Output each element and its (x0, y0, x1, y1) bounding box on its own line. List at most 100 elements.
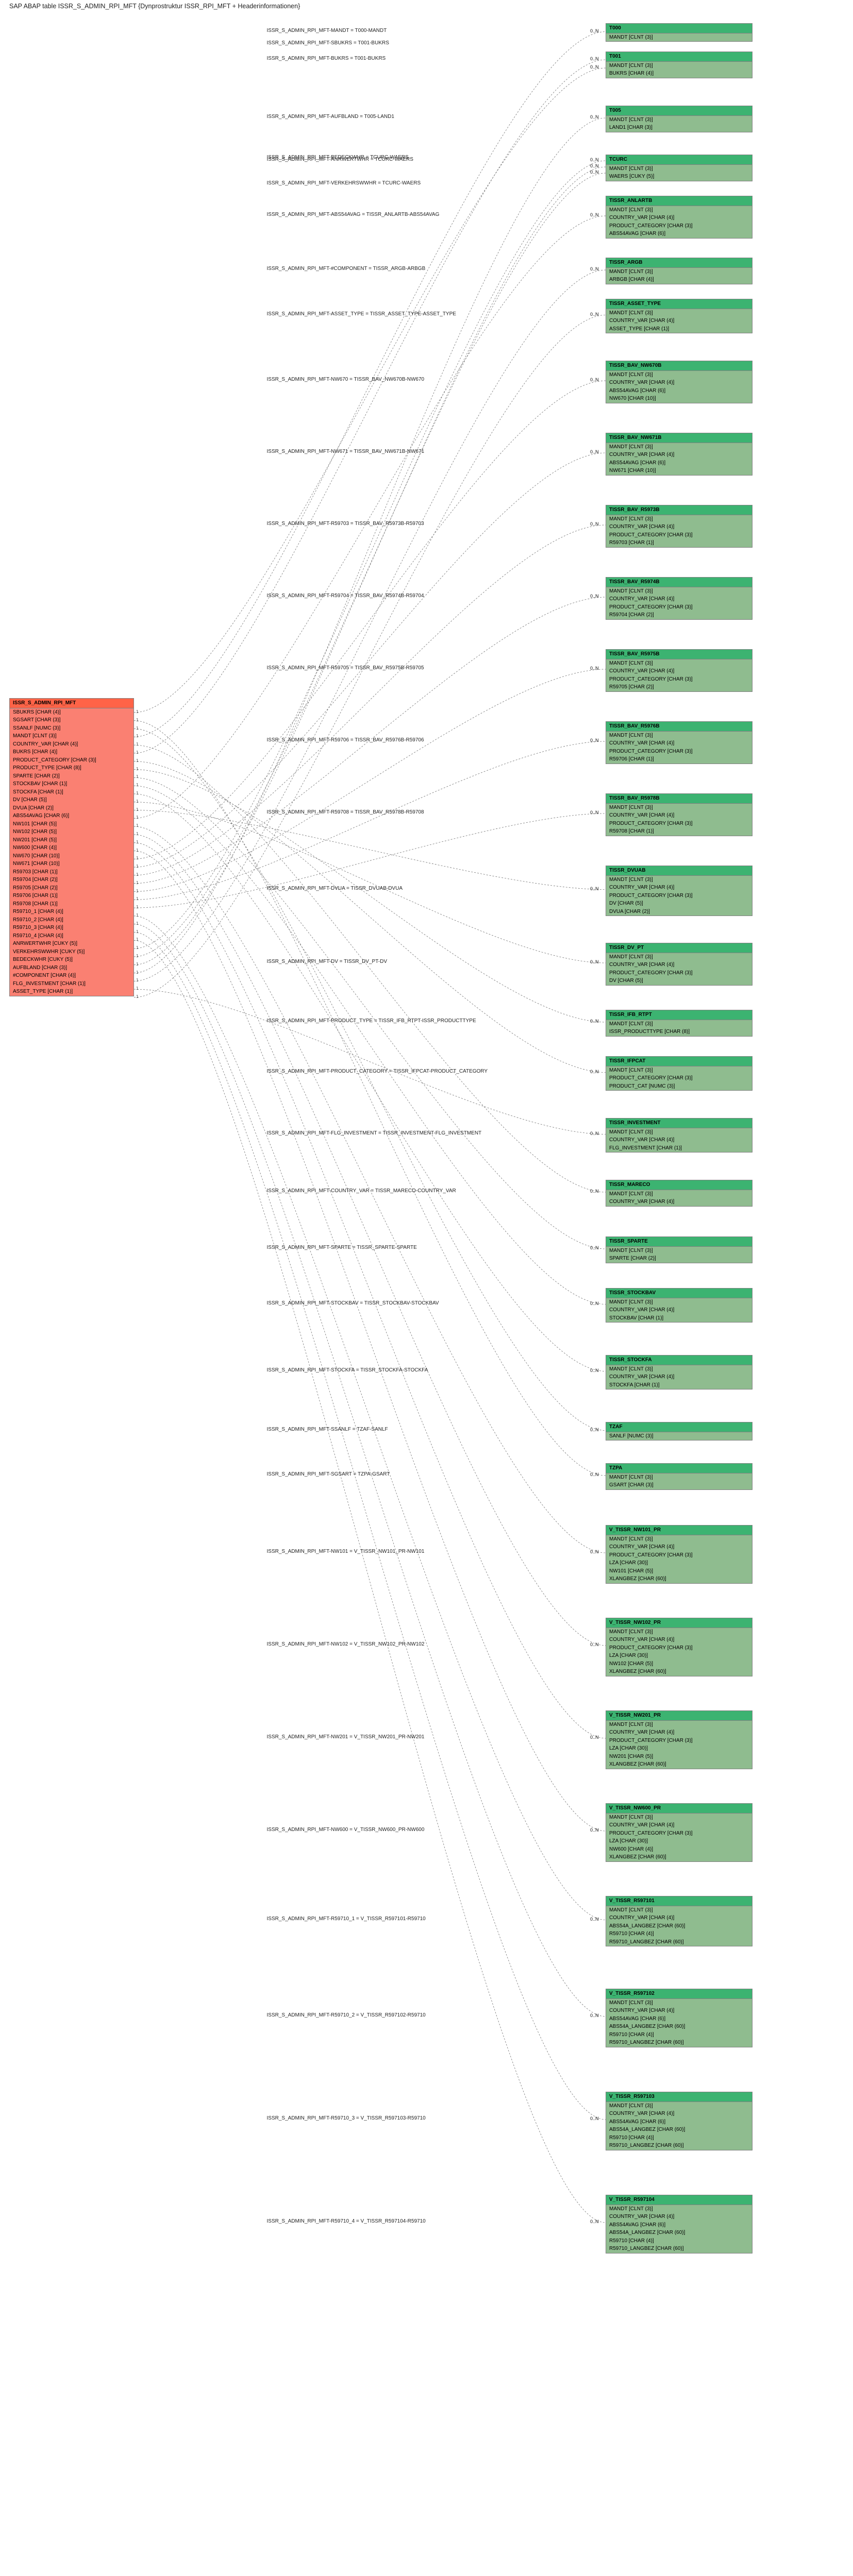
right-entity-stockbav-row: COUNTRY_VAR [CHAR (4)] (606, 1306, 752, 1314)
left-cardinality-one: 1 (136, 807, 138, 812)
edge-label: ISSR_S_ADMIN_RPI_MFT-ABS54AVAG = TISSR_A… (267, 212, 440, 217)
edge-label: ISSR_S_ADMIN_RPI_MFT-NW600 = V_TISSR_NW6… (267, 1827, 425, 1833)
right-entity-r597102-row: MANDT [CLNT (3)] (606, 1999, 752, 2007)
right-entity-r59703-header: TISSR_BAV_R5973B (606, 505, 752, 515)
right-entity-nw600-row: LZA [CHAR (30)] (606, 1837, 752, 1845)
edge-label: ISSR_S_ADMIN_RPI_MFT-MANDT = T000-MANDT (267, 28, 387, 33)
edge-label: ISSR_S_ADMIN_RPI_MFT-R59705 = TISSR_BAV_… (267, 665, 424, 671)
left-entity-row: DV [CHAR (5)] (10, 796, 133, 804)
cardinality-label: 0..N (590, 212, 599, 217)
right-entity-dvuab-row: MANDT [CLNT (3)] (606, 876, 752, 884)
left-cardinality-one: 1 (136, 929, 138, 934)
edge-label: ISSR_S_ADMIN_RPI_MFT-STOCKBAV = TISSR_ST… (267, 1300, 439, 1306)
right-entity-stockfa-row: STOCKFA [CHAR (1)] (606, 1381, 752, 1389)
edge-label: ISSR_S_ADMIN_RPI_MFT-NW201 = V_TISSR_NW2… (267, 1734, 425, 1740)
right-entity-nw101-row: PRODUCT_CATEGORY [CHAR (3)] (606, 1551, 752, 1560)
cardinality-label: 0..N (590, 521, 599, 527)
left-entity-row: R59710_2 [CHAR (4)] (10, 916, 133, 924)
right-entity-r59708-row: COUNTRY_VAR [CHAR (4)] (606, 811, 752, 820)
right-entity-nw201-row: LZA [CHAR (30)] (606, 1744, 752, 1753)
right-entity-r597102-row: COUNTRY_VAR [CHAR (4)] (606, 2007, 752, 2015)
right-entity-tzpa-header: TZPA (606, 1464, 752, 1473)
cardinality-label: 0..N (590, 1827, 599, 1833)
right-entity-nw201-row: MANDT [CLNT (3)] (606, 1721, 752, 1729)
cardinality-label: 0..N (590, 594, 599, 599)
right-entity-r59704-row: R59704 [CHAR (2)] (606, 611, 752, 619)
left-entity-row: MANDT [CLNT (3)] (10, 732, 133, 740)
right-entity-nw600-row: MANDT [CLNT (3)] (606, 1814, 752, 1822)
left-cardinality-one: 1 (136, 905, 138, 909)
right-entity-nw600-header: V_TISSR_NW600_PR (606, 1804, 752, 1814)
right-entity-tzaf-row: SANLF [NUMC (3)] (606, 1432, 752, 1440)
right-entity-r597103-row: ABS54AVAG [CHAR (6)] (606, 2118, 752, 2126)
right-entity-r59704-header: TISSR_BAV_R5974B (606, 578, 752, 587)
cardinality-label: 0..N (590, 1427, 599, 1432)
cardinality-label: 0..N (590, 2116, 599, 2121)
right-entity-r59705-row: R59705 [CHAR (2)] (606, 683, 752, 691)
right-entity-sparte-row: SPARTE [CHAR (2)] (606, 1255, 752, 1263)
left-cardinality-one: 1 (136, 872, 138, 877)
left-entity-row: COUNTRY_VAR [CHAR (4)] (10, 740, 133, 749)
right-entity-stockbav-row: STOCKBAV [CHAR (1)] (606, 1314, 752, 1323)
right-entity-nw671: TISSR_BAV_NW671BMANDT [CLNT (3)]COUNTRY_… (606, 433, 752, 476)
right-entity-dvpt: TISSR_DV_PTMANDT [CLNT (3)]COUNTRY_VAR [… (606, 943, 752, 986)
cardinality-label: 0..N (590, 170, 599, 175)
right-entity-dvpt-row: DV [CHAR (5)] (606, 977, 752, 985)
right-entity-r59703-row: R59703 [CHAR (1)] (606, 539, 752, 547)
right-entity-r59708: TISSR_BAV_R5978BMANDT [CLNT (3)]COUNTRY_… (606, 793, 752, 836)
right-entity-asset-header: TISSR_ASSET_TYPE (606, 299, 752, 309)
right-entity-mareco-header: TISSR_MARECO (606, 1180, 752, 1190)
right-entity-tzaf-header: TZAF (606, 1422, 752, 1432)
right-entity-anlartb-row: PRODUCT_CATEGORY [CHAR (3)] (606, 222, 752, 230)
left-entity-row: ASSET_TYPE [CHAR (1)] (10, 988, 133, 996)
right-entity-r597101-row: ABS54A_LANGBEZ [CHAR (60)] (606, 1922, 752, 1930)
right-entity-nw670: TISSR_BAV_NW670BMANDT [CLNT (3)]COUNTRY_… (606, 361, 752, 403)
left-entity-row: #COMPONENT [CHAR (4)] (10, 972, 133, 980)
right-entity-r59704-row: COUNTRY_VAR [CHAR (4)] (606, 595, 752, 603)
edge-label: ISSR_S_ADMIN_RPI_MFT-R59710_4 = V_TISSR_… (267, 2218, 426, 2224)
right-entity-asset: TISSR_ASSET_TYPEMANDT [CLNT (3)]COUNTRY_… (606, 299, 752, 333)
left-entity-header: ISSR_S_ADMIN_RPI_MFT (10, 699, 133, 708)
right-entity-r597103-row: ABS54A_LANGBEZ [CHAR (60)] (606, 2126, 752, 2134)
cardinality-label: 0..N (590, 1735, 599, 1740)
right-entity-r597102: V_TISSR_R597102MANDT [CLNT (3)]COUNTRY_V… (606, 1989, 752, 2047)
left-entity-row: R59706 [CHAR (1)] (10, 892, 133, 900)
cardinality-label: 0..N (590, 157, 599, 162)
right-entity-stockbav-header: TISSR_STOCKBAV (606, 1289, 752, 1298)
right-entity-r59706: TISSR_BAV_R5976BMANDT [CLNT (3)]COUNTRY_… (606, 721, 752, 764)
cardinality-label: 0..N (590, 1301, 599, 1306)
edge-label: ISSR_S_ADMIN_RPI_MFT-R59704 = TISSR_BAV_… (267, 593, 424, 599)
right-entity-r59708-row: MANDT [CLNT (3)] (606, 804, 752, 812)
edge-label: ISSR_S_ADMIN_RPI_MFT-NW101 = V_TISSR_NW1… (267, 1549, 425, 1554)
right-entity-ifb-row: ISSR_PRODUCTTYPE [CHAR (8)] (606, 1028, 752, 1036)
right-entity-r59705-row: COUNTRY_VAR [CHAR (4)] (606, 667, 752, 675)
right-entity-nw600-row: NW600 [CHAR (4)] (606, 1845, 752, 1854)
left-entity-row: FLG_INVESTMENT [CHAR (1)] (10, 980, 133, 988)
left-cardinality-one: 1 (136, 913, 138, 918)
right-entity-t001: T001MANDT [CLNT (3)]BUKRS [CHAR (4)] (606, 52, 752, 78)
right-entity-r597102-row: ABS54AVAG [CHAR (6)] (606, 2015, 752, 2023)
left-cardinality-one: 1 (136, 970, 138, 975)
right-entity-t001-row: MANDT [CLNT (3)] (606, 62, 752, 70)
cardinality-label: 0..N (590, 1368, 599, 1373)
left-cardinality-one: 1 (136, 994, 138, 999)
right-entity-invest: TISSR_INVESTMENTMANDT [CLNT (3)]COUNTRY_… (606, 1118, 752, 1153)
right-entity-nw102: V_TISSR_NW102_PRMANDT [CLNT (3)]COUNTRY_… (606, 1618, 752, 1676)
right-entity-ifpcat: TISSR_IFPCATMANDT [CLNT (3)]PRODUCT_CATE… (606, 1056, 752, 1091)
left-cardinality-one: 1 (136, 718, 138, 722)
left-cardinality-one: 1 (136, 937, 138, 942)
right-entity-r59706-row: MANDT [CLNT (3)] (606, 732, 752, 740)
edge-label: ISSR_S_ADMIN_RPI_MFT-SSANLF = TZAF-SANLF (267, 1427, 388, 1432)
edge-label: ISSR_S_ADMIN_RPI_MFT-VERKEHRSWWHR = TCUR… (267, 180, 421, 186)
right-entity-t000-header: T000 (606, 24, 752, 33)
cardinality-label: 0..N (590, 738, 599, 743)
left-entity-row: PRODUCT_TYPE [CHAR (8)] (10, 764, 133, 772)
right-entity-invest-header: TISSR_INVESTMENT (606, 1118, 752, 1128)
cardinality-label: 0..N (590, 1131, 599, 1136)
edge-label: ISSR_S_ADMIN_RPI_MFT-SBUKRS = T001-BUKRS (267, 40, 389, 46)
left-entity-row: SSANLF [NUMC (3)] (10, 724, 133, 733)
right-entity-t000-row: MANDT [CLNT (3)] (606, 33, 752, 42)
right-entity-asset-row: COUNTRY_VAR [CHAR (4)] (606, 317, 752, 325)
right-entity-r597102-row: R59710 [CHAR (4)] (606, 2031, 752, 2039)
right-entity-invest-row: FLG_INVESTMENT [CHAR (1)] (606, 1144, 752, 1153)
